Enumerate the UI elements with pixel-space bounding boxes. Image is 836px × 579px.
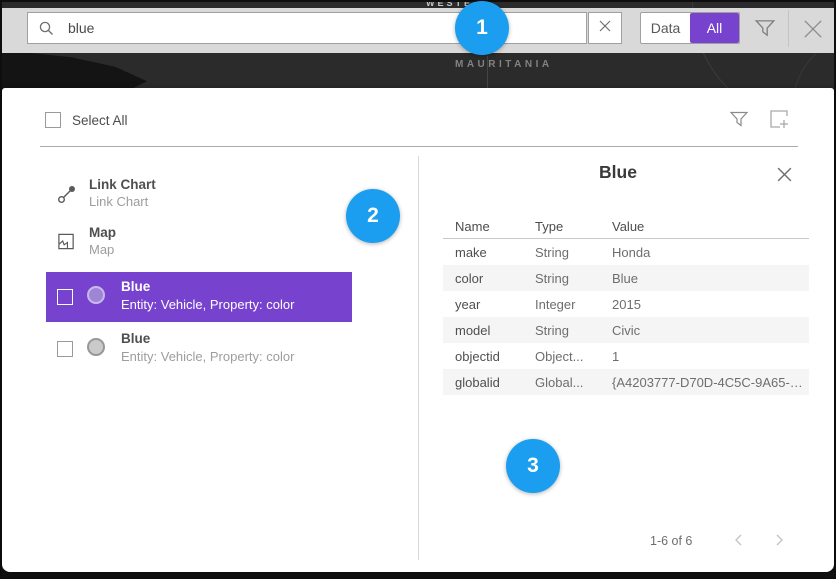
entity-circle-icon [87, 338, 105, 356]
column-type: Type [523, 219, 600, 234]
result-item[interactable]: Map Map [46, 220, 352, 270]
search-icon [38, 20, 55, 37]
table-cell-value: Blue [600, 271, 809, 286]
detail-title: Blue [418, 162, 818, 183]
callout-badge-3: 3 [506, 439, 560, 493]
result-title: Link Chart [89, 177, 156, 192]
column-value: Value [600, 219, 809, 234]
filter-icon[interactable] [754, 17, 776, 39]
map-landmass-shape [2, 50, 147, 90]
pagination-prev-icon[interactable] [731, 532, 747, 548]
table-cell-type: Integer [523, 297, 600, 312]
table-cell-name: make [443, 245, 523, 260]
select-all-checkbox[interactable] [45, 112, 61, 128]
table-cell-name: objectid [443, 349, 523, 364]
table-cell-name: color [443, 271, 523, 286]
table-cell-value: 2015 [600, 297, 809, 312]
result-checkbox[interactable] [57, 289, 73, 305]
add-to-selection-icon[interactable] [767, 107, 791, 131]
map-border-line [487, 56, 488, 90]
pagination-label: 1-6 of 6 [650, 534, 692, 548]
link-chart-icon [57, 184, 77, 204]
table-cell-type: String [523, 245, 600, 260]
entity-circle-icon [87, 286, 105, 304]
close-search-icon[interactable] [799, 15, 827, 43]
search-query-text: blue [68, 20, 94, 36]
toolbar-divider [788, 10, 789, 47]
scope-all-button[interactable]: All [690, 13, 739, 43]
table-row: modelStringCivic [443, 317, 809, 343]
table-cell-type: String [523, 323, 600, 338]
table-row: globalidGlobal...{A4203777-D70D-4C5C-9A6… [443, 369, 809, 395]
scope-data-button[interactable]: Data [641, 13, 690, 43]
callout-badge-2: 2 [346, 189, 400, 243]
panes-divider [418, 156, 419, 560]
results-filter-icon[interactable] [729, 109, 749, 129]
detail-table-header: Name Type Value [443, 214, 809, 238]
table-cell-value: Civic [600, 323, 809, 338]
result-subtitle: Map [89, 242, 114, 257]
table-cell-name: year [443, 297, 523, 312]
result-subtitle: Link Chart [89, 194, 148, 209]
detail-table: makeStringHondacolorStringBlueyearIntege… [443, 239, 809, 395]
table-cell-name: globalid [443, 375, 523, 390]
result-subtitle: Entity: Vehicle, Property: color [121, 349, 294, 364]
search-toolbar: blue Data All [2, 8, 834, 53]
table-cell-name: model [443, 323, 523, 338]
column-name: Name [443, 219, 523, 234]
table-row: yearInteger2015 [443, 291, 809, 317]
table-cell-value: Honda [600, 245, 809, 260]
map-icon [57, 232, 76, 251]
table-cell-value: 1 [600, 349, 809, 364]
clear-search-button[interactable] [588, 12, 622, 44]
result-title: Blue [121, 331, 150, 346]
clear-x-icon [599, 19, 611, 37]
table-cell-value: {A4203777-D70D-4C5C-9A65-C... [600, 375, 809, 390]
search-scope-toggle: Data All [640, 12, 740, 44]
table-row: colorStringBlue [443, 265, 809, 291]
table-row: makeStringHonda [443, 239, 809, 265]
map-label-mauritania: MAURITANIA [455, 59, 553, 70]
callout-badge-1: 1 [455, 1, 509, 55]
result-checkbox[interactable] [57, 341, 73, 357]
pagination-next-icon[interactable] [771, 532, 787, 548]
table-cell-type: String [523, 271, 600, 286]
result-item[interactable]: Blue Entity: Vehicle, Property: color [46, 324, 352, 374]
select-all-label: Select All [72, 113, 128, 128]
result-item[interactable]: Blue Entity: Vehicle, Property: color [46, 272, 352, 322]
table-cell-type: Global... [523, 375, 600, 390]
result-title: Blue [121, 279, 150, 294]
result-subtitle: Entity: Vehicle, Property: color [121, 297, 294, 312]
detail-close-icon[interactable] [776, 166, 793, 183]
table-row: objectidObject...1 [443, 343, 809, 369]
result-title: Map [89, 225, 116, 240]
search-results-panel: Select All Link Chart Link Chart Map Map Blu… [2, 88, 834, 572]
result-item[interactable]: Link Chart Link Chart [46, 172, 352, 222]
app-window: WESTERN MAURITANIA blue Data All [0, 0, 836, 579]
panel-header-divider [40, 146, 798, 147]
table-cell-type: Object... [523, 349, 600, 364]
